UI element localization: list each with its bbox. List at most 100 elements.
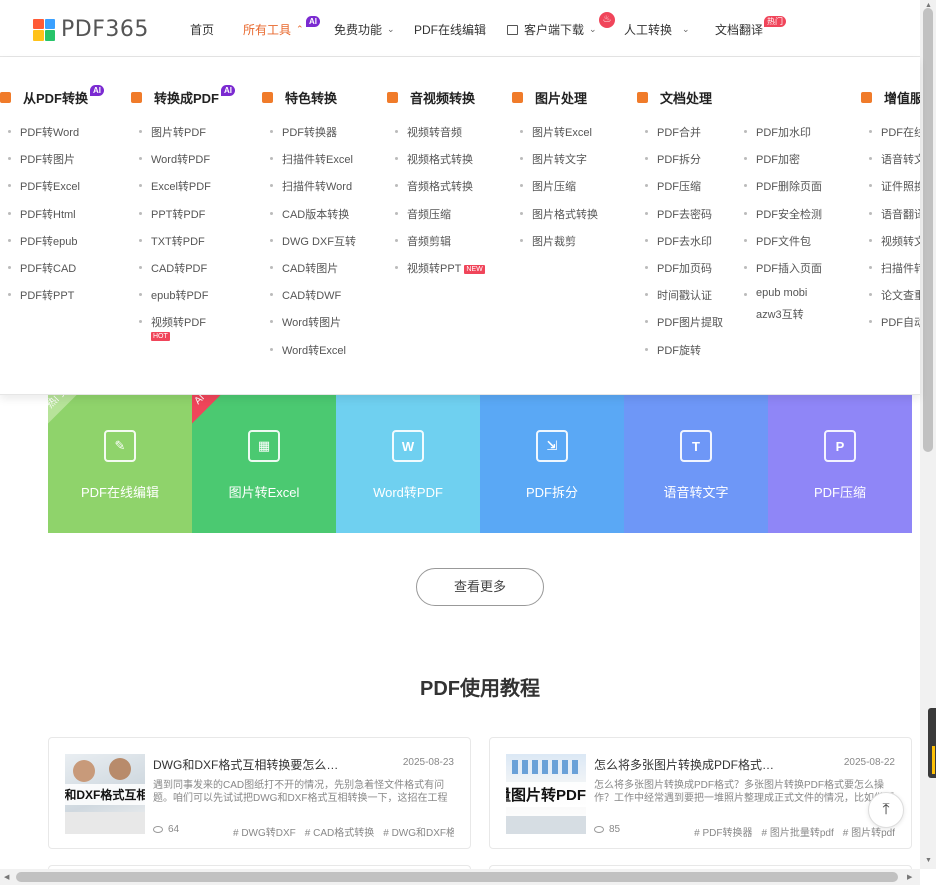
nav-translate[interactable]: 文档翻译 bbox=[715, 21, 763, 38]
dropdown-tool-link[interactable]: PDF去密码 bbox=[645, 206, 712, 222]
dropdown-tool-link[interactable]: PDF转Word bbox=[7, 124, 79, 140]
tool-tile[interactable]: T 语音转文字 bbox=[624, 395, 768, 533]
dropdown-tool-link[interactable]: PDF删除页面 bbox=[744, 178, 822, 194]
dropdown-tool-link[interactable]: 论文查重 bbox=[869, 287, 920, 303]
nav-client-download[interactable]: 客户端下载 ⌄ bbox=[507, 21, 597, 38]
tool-tile[interactable]: ⇲ PDF拆分 bbox=[480, 395, 624, 533]
dropdown-tool-link[interactable]: 视频转PPT NEW bbox=[395, 260, 485, 276]
dropdown-tool-link[interactable]: 音频格式转换 bbox=[395, 178, 473, 194]
dropdown-tool-link[interactable]: 图片转文字 bbox=[520, 151, 587, 167]
tool-tile[interactable]: W Word转PDF bbox=[336, 395, 480, 533]
tool-tile[interactable]: 热门 ✎ PDF在线编辑 bbox=[48, 395, 192, 533]
tool-link-label: PDF合并 bbox=[657, 127, 701, 139]
dropdown-tool-link[interactable]: 扫描件转Word bbox=[269, 178, 353, 194]
scroll-down-arrow-icon[interactable]: ▼ bbox=[925, 857, 932, 864]
dropdown-tool-link[interactable]: 视频转PDF bbox=[139, 314, 206, 330]
article-tag[interactable]: # 图片批量转pdf bbox=[762, 828, 834, 839]
dropdown-tool-link[interactable]: PDF拆分 bbox=[645, 151, 701, 167]
dropdown-tool-link[interactable]: PDF自动 bbox=[869, 314, 920, 330]
dropdown-tool-link[interactable]: 图片格式转换 bbox=[520, 206, 598, 222]
dropdown-tool-link[interactable]: CAD版本转换 bbox=[269, 206, 349, 222]
dropdown-tool-link[interactable]: Word转图片 bbox=[269, 314, 341, 330]
dropdown-tool-link[interactable]: PDF安全检测 bbox=[744, 206, 822, 222]
view-more-button[interactable]: 查看更多 bbox=[416, 568, 544, 606]
dropdown-tool-link[interactable]: DWG DXF互转 bbox=[270, 233, 356, 249]
dropdown-tool-link[interactable]: PDF插入页面 bbox=[744, 260, 822, 276]
dropdown-tool-link[interactable]: PDF压缩 bbox=[645, 178, 701, 194]
article-tag[interactable]: # DWG和DXF格式转换 bbox=[383, 828, 454, 839]
article-tag[interactable]: # CAD格式转换 bbox=[305, 828, 374, 839]
side-widget[interactable] bbox=[928, 708, 936, 778]
nav-edit-online[interactable]: PDF在线编辑 bbox=[414, 21, 486, 38]
nav-home[interactable]: 首页 bbox=[190, 21, 214, 38]
horizontal-scrollbar[interactable]: ◀ ▶ bbox=[0, 869, 920, 885]
dropdown-tool-link[interactable]: 扫描件转 bbox=[869, 260, 920, 276]
dropdown-tool-link[interactable]: 时间戳认证 bbox=[645, 287, 712, 303]
dropdown-tool-link[interactable]: epub转PDF bbox=[138, 287, 209, 303]
scroll-left-arrow-icon[interactable]: ◀ bbox=[4, 873, 9, 881]
article-thumbnail: G和DXF格式互相 bbox=[65, 754, 145, 834]
back-to-top-button[interactable]: ⤒ bbox=[868, 792, 904, 828]
dropdown-tool-link[interactable]: CAD转图片 bbox=[269, 260, 338, 276]
column-title-label: 文档处理 bbox=[660, 91, 713, 106]
tool-tile[interactable]: AI ▦ 图片转Excel bbox=[192, 395, 336, 533]
horizontal-scroll-thumb[interactable] bbox=[16, 872, 898, 882]
tool-link-label: 扫描件转Word bbox=[282, 181, 353, 194]
scroll-right-arrow-icon[interactable]: ▶ bbox=[907, 873, 912, 881]
nav-manual[interactable]: 人工转换 ⌄ bbox=[624, 21, 690, 38]
dropdown-tool-link[interactable]: CAD转DWF bbox=[269, 287, 341, 303]
dropdown-tool-link[interactable]: PDF加页码 bbox=[645, 260, 712, 276]
article-card[interactable]: 量图片转PDF 怎么将多张图片转换成PDF格式？多图片转PDF 2025-08-… bbox=[489, 737, 912, 849]
dropdown-tool-link[interactable]: Word转Excel bbox=[270, 342, 346, 358]
article-tag[interactable]: # PDF转换器 bbox=[694, 828, 752, 839]
dropdown-tool-link[interactable]: PDF转PPT bbox=[7, 287, 74, 303]
nav-all-tools[interactable]: 所有工具 ⌃ bbox=[243, 21, 304, 38]
dropdown-tool-link[interactable]: Excel转PDF bbox=[139, 178, 211, 194]
dropdown-tool-link[interactable]: CAD转PDF bbox=[138, 260, 207, 276]
tool-link-label: 语音转文 bbox=[881, 154, 920, 167]
dropdown-tool-link[interactable]: PDF转Excel bbox=[8, 178, 80, 194]
dropdown-tool-link[interactable]: PDF加水印 bbox=[744, 124, 811, 140]
dropdown-tool-link[interactable]: 证件照换 bbox=[869, 178, 920, 194]
dropdown-tool-link[interactable]: epub mobi bbox=[743, 287, 807, 299]
dropdown-tool-link[interactable]: 图片压缩 bbox=[520, 178, 576, 194]
dropdown-tool-link[interactable]: TXT转PDF bbox=[139, 233, 205, 249]
dropdown-tool-link[interactable]: 音频剪辑 bbox=[395, 233, 451, 249]
dropdown-tool-link[interactable]: PDF转epub bbox=[7, 233, 77, 249]
tool-tile[interactable]: P PDF压缩 bbox=[768, 395, 912, 533]
article-card[interactable]: G和DXF格式互相 DWG和DXF格式互相转换要怎么操作？3种方法 2025-0… bbox=[48, 737, 471, 849]
dropdown-tool-link[interactable]: 语音转文 bbox=[869, 151, 920, 167]
dropdown-tool-link[interactable]: 视频转文 bbox=[869, 233, 920, 249]
dropdown-tool-link[interactable]: Word转PDF bbox=[138, 151, 210, 167]
dropdown-tool-link[interactable]: 语音翻译 bbox=[869, 206, 920, 222]
dropdown-tool-link[interactable]: 图片转Excel bbox=[520, 124, 592, 140]
dropdown-tool-link[interactable]: PDF转Html bbox=[8, 206, 76, 222]
dropdown-tool-link[interactable]: PDF加密 bbox=[744, 151, 800, 167]
dropdown-tool-link[interactable]: PDF合并 bbox=[645, 124, 701, 140]
article-title[interactable]: DWG和DXF格式互相转换要怎么操作？3种方法 bbox=[153, 756, 345, 773]
dropdown-tool-link[interactable]: PPT转PDF bbox=[138, 206, 205, 222]
dropdown-tool-link[interactable]: PDF转图片 bbox=[8, 151, 75, 167]
dropdown-tool-link[interactable]: PDF转换器 bbox=[270, 124, 337, 140]
dropdown-tool-link[interactable]: 视频格式转换 bbox=[395, 151, 473, 167]
category-icon bbox=[512, 92, 523, 103]
article-tag[interactable]: # DWG转DXF bbox=[233, 828, 296, 839]
tool-link-label: epub转PDF bbox=[151, 290, 209, 303]
dropdown-tool-link[interactable]: PDF旋转 bbox=[645, 342, 701, 358]
dropdown-tool-link[interactable]: azw3互转 bbox=[756, 306, 804, 322]
article-title[interactable]: 怎么将多张图片转换成PDF格式？多图片转PDF bbox=[594, 756, 786, 773]
dropdown-tool-link[interactable]: PDF去水印 bbox=[645, 233, 712, 249]
tile-label: 语音转文字 bbox=[663, 485, 729, 500]
dropdown-tool-link[interactable]: PDF文件包 bbox=[744, 233, 811, 249]
article-tag[interactable]: # 图片转pdf bbox=[843, 828, 895, 839]
dropdown-tool-link[interactable]: PDF转CAD bbox=[7, 260, 76, 276]
dropdown-tool-link[interactable]: 图片裁剪 bbox=[520, 233, 576, 249]
dropdown-tool-link[interactable]: 图片转PDF bbox=[139, 124, 206, 140]
nav-free[interactable]: 免费功能 ⌄ bbox=[334, 21, 395, 38]
dropdown-tool-link[interactable]: 音频压缩 bbox=[395, 206, 451, 222]
dropdown-tool-link[interactable]: PDF在线 bbox=[869, 124, 920, 140]
vertical-scroll-thumb[interactable] bbox=[923, 8, 933, 452]
dropdown-tool-link[interactable]: 扫描件转Excel bbox=[270, 151, 353, 167]
dropdown-tool-link[interactable]: 视频转音频 bbox=[395, 124, 462, 140]
dropdown-tool-link[interactable]: PDF图片提取 bbox=[645, 314, 723, 330]
